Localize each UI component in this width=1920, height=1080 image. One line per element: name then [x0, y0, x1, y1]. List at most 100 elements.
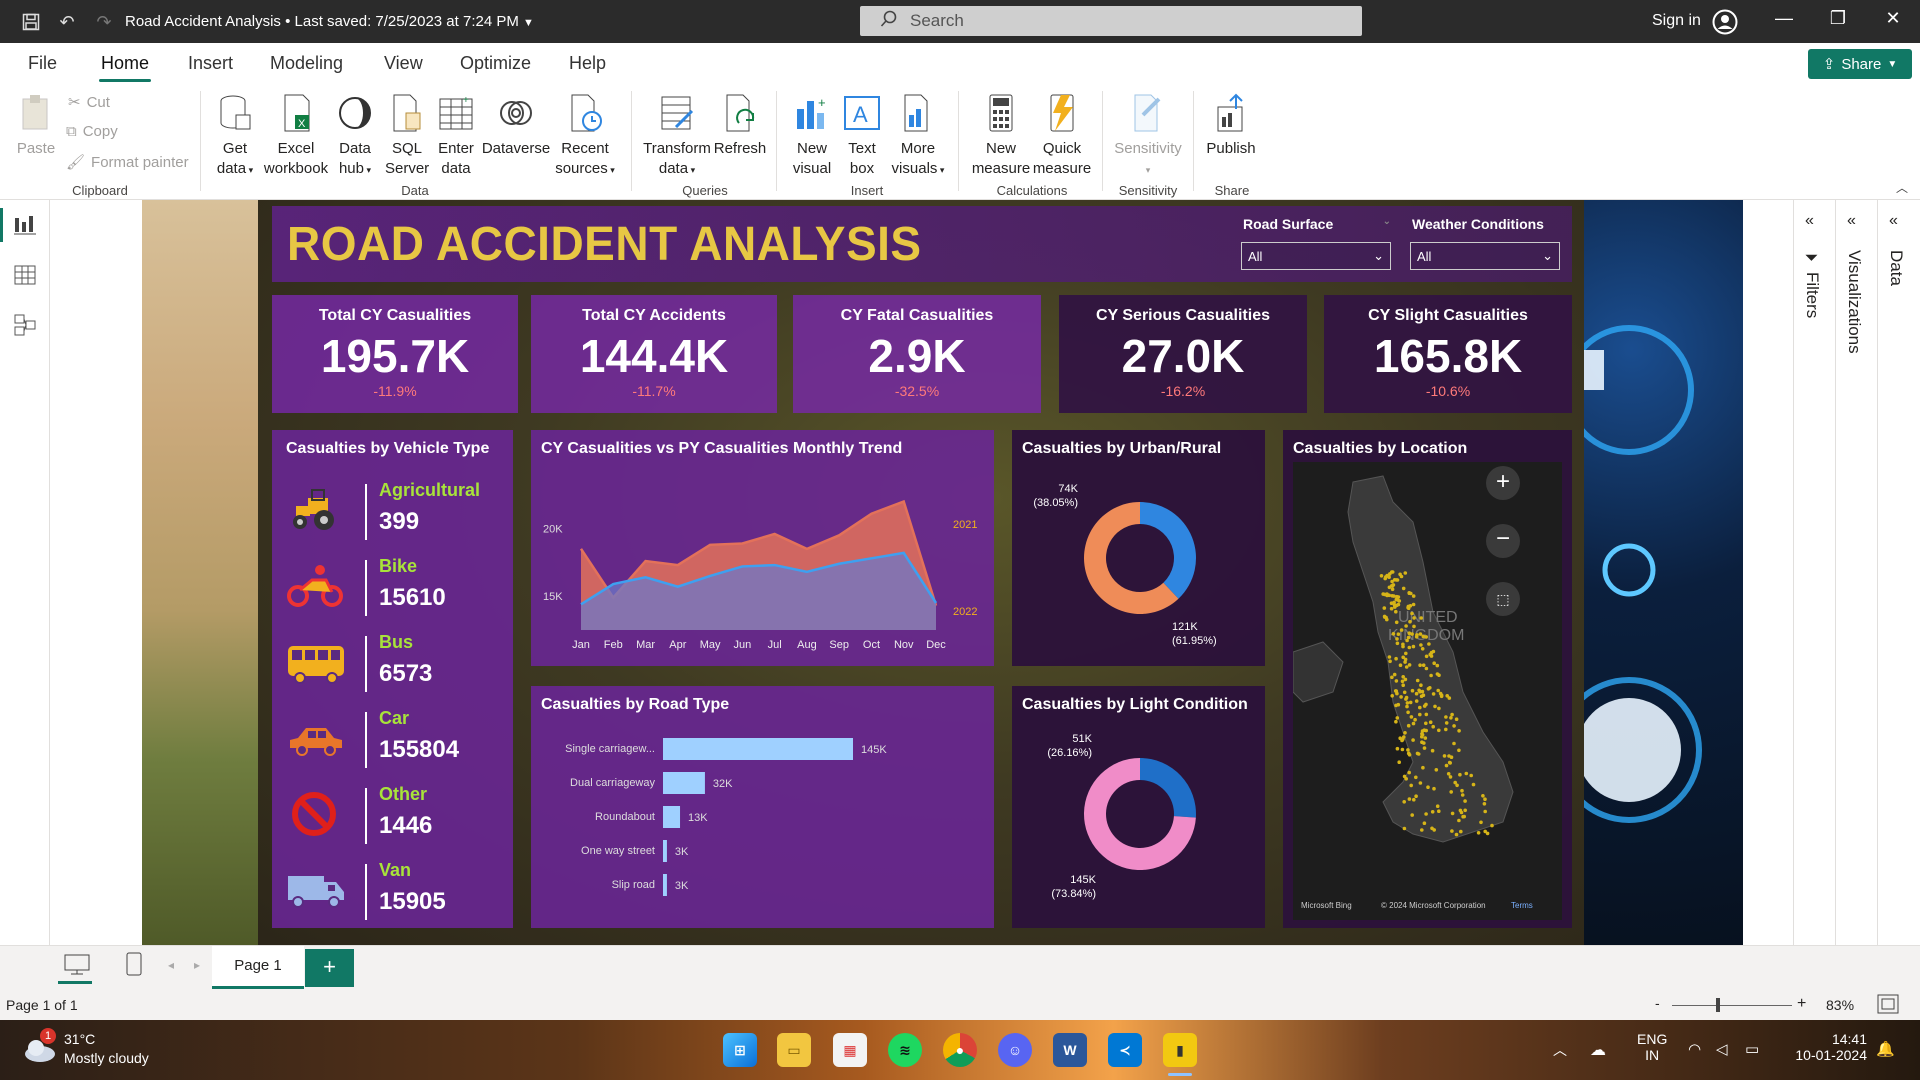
add-page-button[interactable]: +: [305, 949, 354, 987]
desktop-layout-icon[interactable]: [64, 954, 90, 981]
copy-button[interactable]: ⧉ Copy: [66, 123, 118, 140]
get-data-button[interactable]: Get data ▾: [210, 93, 260, 180]
language-indicator[interactable]: ENG IN: [1637, 1031, 1667, 1063]
search-input[interactable]: Search: [860, 6, 1362, 36]
menu-help[interactable]: Help: [569, 53, 606, 74]
sensitivity-button[interactable]: Sensitivity ▾: [1108, 93, 1188, 180]
discord-icon[interactable]: ☺: [998, 1033, 1032, 1067]
enter-data-button[interactable]: + Enter data: [433, 93, 479, 179]
report-view-icon[interactable]: [12, 212, 38, 238]
vehicle-type-panel[interactable]: Casualties by Vehicle Type Agricultural …: [272, 430, 513, 928]
spotify-icon[interactable]: ≋: [888, 1033, 922, 1067]
dataverse-button[interactable]: Dataverse: [480, 93, 552, 159]
cut-button[interactable]: ✂ Cut: [68, 93, 110, 112]
weather-conditions-slicer[interactable]: Weather Conditions All ⌄: [1410, 216, 1560, 270]
road-type-panel[interactable]: Casualties by Road Type Single carriagew…: [531, 686, 994, 928]
more-visuals-button[interactable]: More visuals ▾: [886, 93, 950, 180]
kpi-card-total-accidents[interactable]: Total CY Accidents 144.4K -11.7%: [531, 295, 777, 413]
transform-data-button[interactable]: Transform data ▾: [640, 93, 714, 180]
slicer-dropdown[interactable]: All ⌄: [1410, 242, 1560, 270]
chrome-icon[interactable]: ●: [943, 1033, 977, 1067]
clock[interactable]: 14:41 10-01-2024: [1787, 1031, 1867, 1063]
expand-pane-icon[interactable]: «: [1805, 212, 1814, 230]
redo-icon[interactable]: ↷: [92, 10, 116, 34]
kpi-card-serious-casualties[interactable]: CY Serious Casualities 27.0K -16.2%: [1059, 295, 1307, 413]
new-visual-button[interactable]: + New visual: [788, 93, 836, 179]
menu-modeling[interactable]: Modeling: [270, 53, 343, 74]
menu-view[interactable]: View: [384, 53, 423, 74]
vehicle-row-agricultural: Agricultural 399: [272, 478, 518, 546]
page-tab[interactable]: Page 1: [212, 946, 304, 989]
monthly-trend-panel[interactable]: CY Casualities vs PY Casualities Monthly…: [531, 430, 994, 666]
zoom-in-icon[interactable]: +: [1486, 466, 1520, 500]
wifi-icon[interactable]: ◠: [1688, 1040, 1701, 1058]
notifications-icon[interactable]: 🔔: [1876, 1040, 1895, 1058]
account-icon[interactable]: [1712, 9, 1738, 40]
zoom-slider[interactable]: [1672, 1005, 1792, 1006]
location-map-panel[interactable]: Casualties by Location UNITED KINGDOM Mi…: [1283, 430, 1572, 928]
expand-pane-icon[interactable]: «: [1847, 212, 1856, 230]
text-box-button[interactable]: A Text box: [838, 93, 886, 179]
fit-to-page-icon[interactable]: [1877, 994, 1899, 1017]
paste-button[interactable]: Paste: [14, 93, 58, 159]
publish-button[interactable]: Publish: [1202, 93, 1260, 159]
start-icon[interactable]: ⊞: [723, 1033, 757, 1067]
store-icon[interactable]: ▦: [833, 1033, 867, 1067]
zoom-slider-thumb[interactable]: [1716, 998, 1720, 1012]
expand-pane-icon[interactable]: «: [1889, 212, 1898, 230]
road-surface-slicer[interactable]: Road Surface ⌄ All ⌄: [1241, 216, 1391, 270]
vscode-icon[interactable]: ≺: [1108, 1033, 1142, 1067]
light-condition-panel[interactable]: Casualties by Light Condition 51K (26.16%…: [1012, 686, 1265, 928]
close-icon[interactable]: ✕: [1873, 8, 1913, 29]
menu-file[interactable]: File: [28, 53, 57, 74]
data-pane[interactable]: « Data: [1877, 200, 1917, 945]
mobile-layout-icon[interactable]: [126, 952, 142, 981]
map-canvas[interactable]: UNITED KINGDOM Microsoft Bing © 2024 Mic…: [1293, 462, 1562, 920]
volume-icon[interactable]: ◁: [1716, 1040, 1728, 1058]
save-icon[interactable]: [19, 10, 43, 34]
table-view-icon[interactable]: [12, 262, 38, 288]
map-point: [1418, 705, 1422, 710]
zoom-out-button[interactable]: -: [1655, 995, 1660, 1011]
kpi-card-total-casualties[interactable]: Total CY Casualities 195.7K -11.9%: [272, 295, 518, 413]
title-dropdown-icon[interactable]: ▼: [523, 17, 534, 29]
tray-chevron-icon[interactable]: ︿: [1553, 1040, 1567, 1060]
onedrive-icon[interactable]: ☁: [1590, 1040, 1606, 1060]
sign-in-link[interactable]: Sign in: [1652, 12, 1701, 30]
kpi-card-fatal-casualties[interactable]: CY Fatal Casualities 2.9K -32.5%: [793, 295, 1041, 413]
refresh-button[interactable]: Refresh: [712, 93, 768, 159]
recent-sources-button[interactable]: Recent sources ▾: [553, 93, 617, 180]
file-explorer-icon[interactable]: ▭: [777, 1033, 811, 1067]
slicer-dropdown[interactable]: All ⌄: [1241, 242, 1391, 270]
map-terms-link[interactable]: Terms: [1511, 901, 1533, 910]
urban-rural-panel[interactable]: Casualties by Urban/Rural 74K (38.05%) 121…: [1012, 430, 1265, 666]
new-measure-button[interactable]: New measure: [970, 93, 1032, 179]
quick-measure-button[interactable]: Quick measure: [1030, 93, 1094, 179]
map-select-icon[interactable]: ⬚: [1486, 582, 1520, 616]
maximize-icon[interactable]: ❐: [1818, 8, 1858, 29]
model-view-icon[interactable]: [12, 312, 38, 338]
word-icon[interactable]: W: [1053, 1033, 1087, 1067]
battery-icon[interactable]: ▭: [1745, 1040, 1759, 1058]
prev-page-icon[interactable]: ◂: [168, 958, 174, 972]
powerbi-icon[interactable]: ▮: [1163, 1033, 1197, 1067]
visualizations-pane[interactable]: « Visualizations: [1835, 200, 1875, 945]
menu-home[interactable]: Home: [101, 53, 149, 74]
undo-icon[interactable]: ↶: [55, 10, 79, 34]
kpi-card-slight-casualties[interactable]: CY Slight Casualities 165.8K -10.6%: [1324, 295, 1572, 413]
zoom-in-button[interactable]: +: [1797, 995, 1806, 1013]
filters-pane[interactable]: « ⏷ Filters: [1793, 200, 1833, 945]
y-tick-label: 15K: [543, 591, 563, 603]
zoom-out-icon[interactable]: −: [1486, 524, 1520, 558]
menu-insert[interactable]: Insert: [188, 53, 233, 74]
collapse-ribbon-icon[interactable]: ︿: [1896, 179, 1908, 196]
format-painter-button[interactable]: 🖌 Format painter: [66, 153, 189, 172]
share-button[interactable]: ⇪ Share ▼: [1808, 49, 1912, 79]
next-page-icon[interactable]: ▸: [194, 958, 200, 972]
excel-workbook-button[interactable]: X Excel workbook: [262, 93, 330, 179]
minimize-icon[interactable]: —: [1764, 8, 1804, 29]
menu-optimize[interactable]: Optimize: [460, 53, 531, 74]
sql-server-button[interactable]: SQL Server: [385, 93, 429, 179]
data-hub-button[interactable]: Data hub ▾: [333, 93, 377, 180]
map-point: [1430, 810, 1435, 814]
